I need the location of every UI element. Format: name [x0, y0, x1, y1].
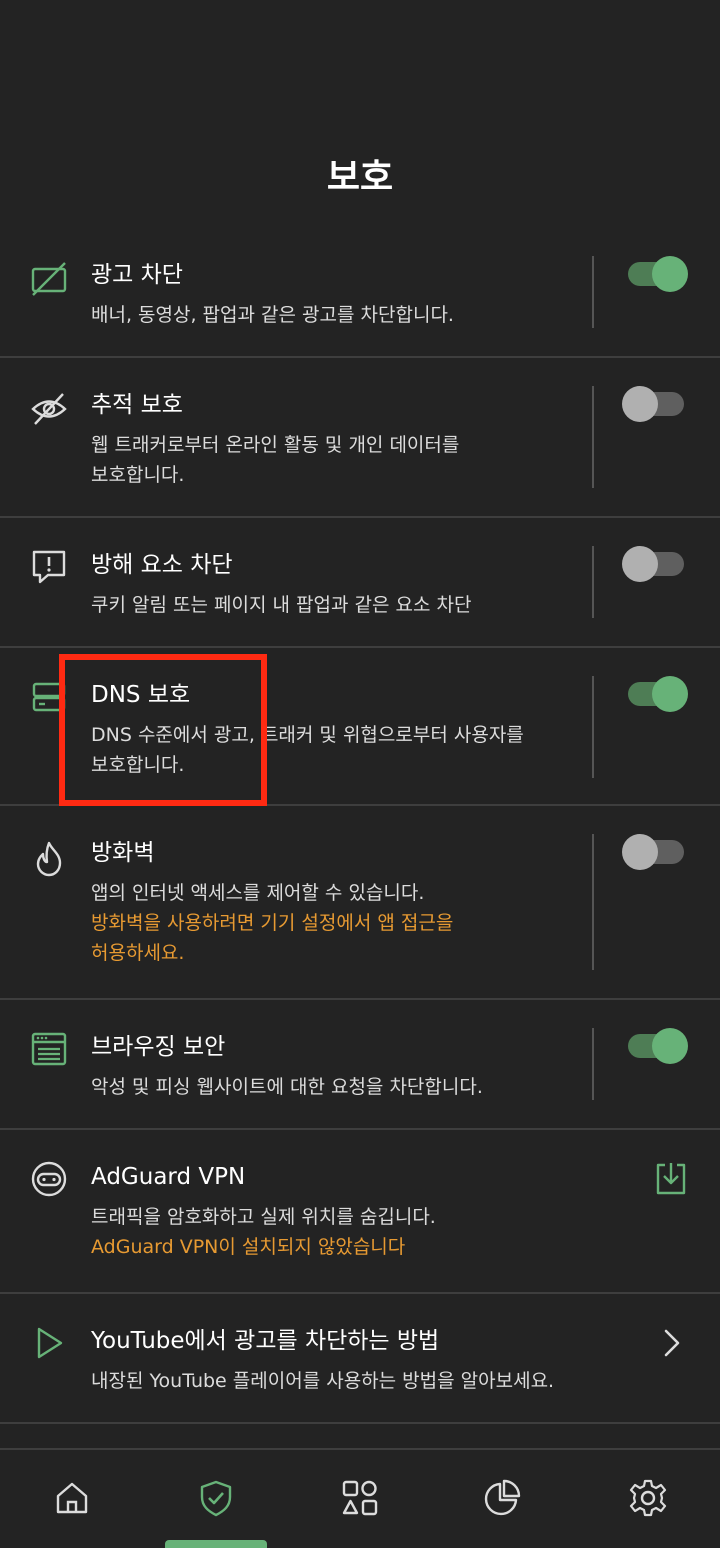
item-description: 내장된 YouTube 플레이어를 사용하는 방법을 알아보세요.	[91, 1370, 555, 1392]
active-tab-indicator	[165, 1540, 267, 1548]
nav-protection[interactable]	[196, 1478, 236, 1518]
vpn-robot-icon	[30, 1160, 68, 1198]
nav-apps[interactable]	[340, 1478, 380, 1518]
eye-crossed-icon	[30, 390, 68, 428]
home-icon	[56, 1482, 88, 1514]
annoyance-blocking-toggle[interactable]	[622, 546, 686, 582]
nav-statistics[interactable]	[482, 1478, 522, 1518]
item-title: 방화벽	[91, 840, 155, 866]
item-description: 쿠키 알림 또는 페이지 내 팝업과 같은 요소 차단	[91, 594, 472, 616]
tracking-protection-toggle[interactable]	[622, 386, 686, 422]
highlight-box	[59, 654, 267, 806]
ad-blocking-toggle[interactable]	[622, 256, 688, 292]
nav-settings[interactable]	[628, 1478, 668, 1518]
item-description-line: 웹 트래커로부터 온라인 활동 및 개인 데이터를	[91, 434, 460, 456]
page-title: 보호	[326, 157, 394, 198]
divider	[592, 676, 594, 778]
item-description-line: 보호합니다.	[91, 464, 185, 486]
chevron-right-icon[interactable]	[652, 1324, 690, 1362]
download-icon[interactable]	[652, 1160, 690, 1198]
divider	[592, 546, 594, 618]
row-tracking-protection[interactable]: 추적 보호 웹 트래커로부터 온라인 활동 및 개인 데이터를 보호합니다.	[0, 358, 720, 518]
nav-home[interactable]	[52, 1478, 92, 1518]
warning-text-line[interactable]: 허용하세요.	[91, 938, 580, 968]
shield-check-icon	[200, 1480, 232, 1517]
fire-icon	[30, 840, 68, 878]
play-icon	[30, 1324, 68, 1362]
gear-icon	[629, 1479, 667, 1517]
row-annoyance-blocking[interactable]: 방해 요소 차단 쿠키 알림 또는 페이지 내 팝업과 같은 요소 차단	[0, 518, 720, 648]
item-title: YouTube에서 광고를 차단하는 방법	[91, 1328, 440, 1354]
item-title: 광고 차단	[91, 262, 183, 288]
pie-chart-icon	[484, 1479, 521, 1516]
item-title: 추적 보호	[91, 392, 183, 418]
protection-screen: 보호 광고 차단 배너, 동영상, 팝업과 같은 광고를 차단합니다. 추적 보…	[0, 0, 720, 1548]
row-adguard-vpn[interactable]: AdGuard VPN 트래픽을 암호화하고 실제 위치를 숨깁니다. AdGu…	[0, 1130, 720, 1294]
divider	[592, 256, 594, 328]
divider	[592, 1028, 594, 1100]
item-description: 악성 및 피싱 웹사이트에 대한 요청을 차단합니다.	[91, 1076, 483, 1098]
item-title: AdGuard VPN	[91, 1164, 246, 1190]
item-description: 트래픽을 암호화하고 실제 위치를 숨깁니다.	[91, 1206, 436, 1228]
row-youtube-guide[interactable]: YouTube에서 광고를 차단하는 방법 내장된 YouTube 플레이어를 …	[0, 1294, 720, 1424]
firewall-toggle[interactable]	[622, 834, 686, 870]
browser-icon	[30, 1030, 68, 1068]
row-ad-blocking[interactable]: 광고 차단 배너, 동영상, 팝업과 같은 광고를 차단합니다.	[0, 228, 720, 358]
item-description: 앱의 인터넷 액세스를 제어할 수 있습니다.	[91, 882, 425, 904]
alert-message-icon	[30, 548, 68, 586]
bottom-navigation	[0, 1448, 720, 1548]
apps-icon	[342, 1480, 378, 1516]
row-browsing-security[interactable]: 브라우징 보안 악성 및 피싱 웹사이트에 대한 요청을 차단합니다.	[0, 1000, 720, 1130]
item-description: 배너, 동영상, 팝업과 같은 광고를 차단합니다.	[91, 304, 454, 326]
item-title: 방해 요소 차단	[91, 552, 233, 578]
browsing-security-toggle[interactable]	[622, 1028, 688, 1064]
divider	[592, 386, 594, 488]
ad-blocked-icon	[30, 260, 68, 298]
warning-text-line[interactable]: 방화벽을 사용하려면 기기 설정에서 앱 접근을	[91, 908, 580, 938]
divider	[592, 834, 594, 970]
dns-protection-toggle[interactable]	[622, 676, 688, 712]
row-firewall[interactable]: 방화벽 앱의 인터넷 액세스를 제어할 수 있습니다. 방화벽을 사용하려면 기…	[0, 806, 720, 1000]
warning-text: AdGuard VPN이 설치되지 않았습니다	[91, 1236, 406, 1258]
item-title: 브라우징 보안	[91, 1034, 226, 1060]
